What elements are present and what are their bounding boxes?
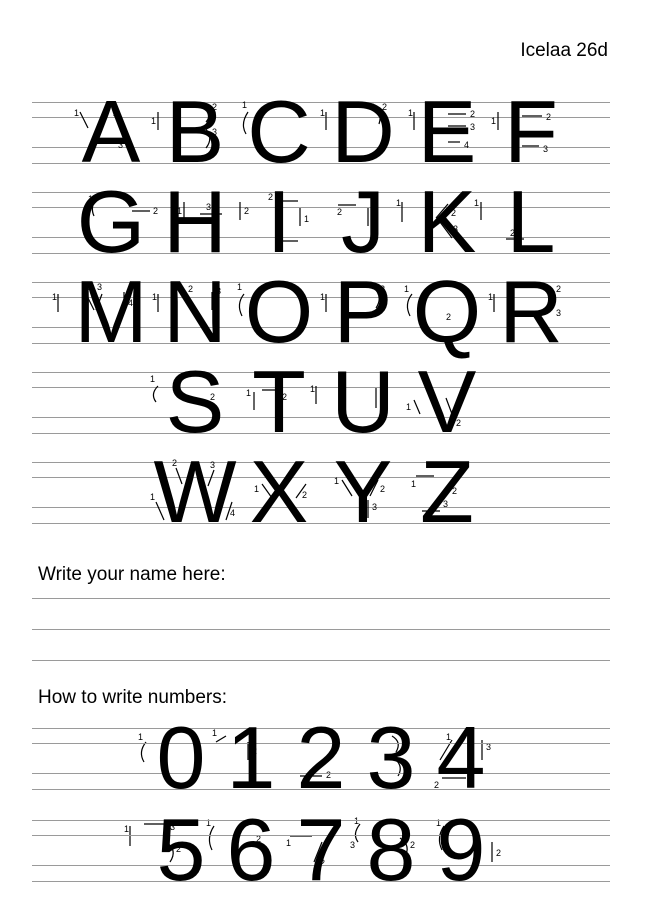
digit-7: 7 <box>296 800 346 899</box>
letter-cell-l: L <box>489 178 573 266</box>
numbers-row-1: 0 1 2 3 4 <box>32 714 610 802</box>
letter-cell-o: O <box>237 268 321 356</box>
letter-a: A <box>81 82 141 181</box>
digit-6: 6 <box>226 800 276 899</box>
letter-cell-n: N <box>153 268 237 356</box>
digit-2: 2 <box>296 708 346 807</box>
digit-4: 4 <box>436 708 486 807</box>
letter-cell-j: J <box>321 178 405 266</box>
letter-e: E <box>417 82 477 181</box>
letter-cell-f: F <box>489 88 573 176</box>
name-section-label: Write your name here: <box>38 564 226 585</box>
letter-cell-d: D <box>321 88 405 176</box>
digit-cell-9: 9 <box>426 806 496 894</box>
letter-m: M <box>74 262 148 361</box>
digit-0: 0 <box>156 708 206 807</box>
numbers-row-2: 5 6 7 8 9 <box>32 806 610 894</box>
alphabet-row-1: A B C D E F <box>32 88 610 176</box>
letter-k: K <box>417 172 477 271</box>
letter-cell-k: K <box>405 178 489 266</box>
letter-cell-m: M <box>69 268 153 356</box>
digit-cell-5: 5 <box>146 806 216 894</box>
letter-cell-t: T <box>237 358 321 446</box>
digit-1: 1 <box>226 708 276 807</box>
letter-cell-a: A <box>69 88 153 176</box>
digit-cell-8: 8 <box>356 806 426 894</box>
letter-t: T <box>252 352 306 451</box>
digit-5: 5 <box>156 800 206 899</box>
letter-cell-h: H <box>153 178 237 266</box>
letter-cell-e: E <box>405 88 489 176</box>
digit-cell-3: 3 <box>356 714 426 802</box>
letter-f: F <box>504 82 558 181</box>
numbers-section-label: How to write numbers: <box>38 687 228 708</box>
letter-y: Y <box>333 442 393 541</box>
letter-cell-q: Q <box>405 268 489 356</box>
letter-r: R <box>499 262 563 361</box>
letter-cell-y: Y <box>321 448 405 536</box>
letter-cell-v: V <box>405 358 489 446</box>
alphabet-row-3: M N O P Q R <box>32 268 610 356</box>
alphabet-row-5: W X Y Z <box>32 448 610 536</box>
letter-d: D <box>331 82 395 181</box>
digit-3: 3 <box>366 708 416 807</box>
digit-8: 8 <box>366 800 416 899</box>
letter-i: I <box>266 172 292 271</box>
letter-z: Z <box>420 442 474 541</box>
letter-cell-i: I <box>237 178 321 266</box>
letter-cell-w: W <box>153 448 237 536</box>
letter-cell-p: P <box>321 268 405 356</box>
letter-cell-g: G <box>69 178 153 266</box>
digit-cell-1: 1 <box>216 714 286 802</box>
name-line[interactable] <box>32 598 610 599</box>
letter-j: J <box>341 172 385 271</box>
letter-cell-c: C <box>237 88 321 176</box>
document-code: Icelaa 26d <box>520 40 608 61</box>
digit-cell-6: 6 <box>216 806 286 894</box>
letter-cell-b: B <box>153 88 237 176</box>
letter-q: Q <box>412 262 482 361</box>
digit-cell-7: 7 <box>286 806 356 894</box>
letter-u: U <box>331 352 395 451</box>
digit-cell-2: 2 <box>286 714 356 802</box>
alphabet-row-2: G H I J K L <box>32 178 610 266</box>
letter-n: N <box>163 262 227 361</box>
letter-cell-r: R <box>489 268 573 356</box>
letter-o: O <box>244 262 314 361</box>
alphabet-row-4: S T U V <box>32 358 610 446</box>
letter-v: V <box>417 352 477 451</box>
letter-x: X <box>249 442 309 541</box>
letter-l: L <box>506 172 556 271</box>
letter-p: P <box>333 262 393 361</box>
digit-cell-4: 4 <box>426 714 496 802</box>
letter-g: G <box>76 172 146 271</box>
letter-c: C <box>247 82 311 181</box>
letter-s: S <box>165 352 225 451</box>
name-line[interactable] <box>32 660 610 661</box>
letter-w: W <box>153 442 237 541</box>
letter-cell-z: Z <box>405 448 489 536</box>
letter-cell-s: S <box>153 358 237 446</box>
letter-h: H <box>163 172 227 271</box>
letter-cell-u: U <box>321 358 405 446</box>
name-line[interactable] <box>32 629 610 630</box>
digit-cell-0: 0 <box>146 714 216 802</box>
letter-b: B <box>165 82 225 181</box>
letter-cell-x: X <box>237 448 321 536</box>
digit-9: 9 <box>436 800 486 899</box>
